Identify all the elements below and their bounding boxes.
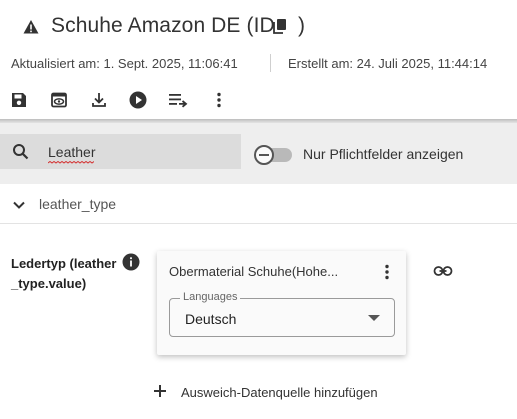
page-title-close: )	[298, 14, 305, 37]
add-fallback-label: Ausweich-Datenquelle hinzufügen	[181, 385, 378, 400]
toolbar	[0, 86, 517, 116]
warning-icon	[23, 20, 39, 34]
created-timestamp: Erstellt am: 24. Juli 2025, 11:44:14	[288, 56, 488, 71]
toggle-label: Nur Pflichtfelder anzeigen	[303, 146, 464, 162]
data-source-card: Obermaterial Schuhe(Hohe... Languages De…	[157, 251, 406, 355]
chevron-down-icon[interactable]	[11, 197, 27, 213]
section-label: leather_type	[39, 196, 117, 212]
plus-icon	[154, 385, 166, 397]
run-button[interactable]	[124, 86, 152, 114]
more-button[interactable]	[205, 86, 233, 114]
updated-timestamp: Aktualisiert am: 1. Sept. 2025, 11:06:41	[11, 56, 238, 71]
queue-button[interactable]	[164, 86, 192, 114]
download-button[interactable]	[85, 86, 113, 114]
playlist-arrow-icon	[169, 94, 188, 108]
save-icon	[12, 93, 26, 107]
info-icon[interactable]	[122, 253, 140, 271]
preview-button[interactable]	[45, 86, 73, 114]
copy-icon[interactable]	[272, 18, 288, 34]
language-select[interactable]: Languages Deutsch	[169, 291, 395, 337]
play-icon	[129, 91, 147, 109]
preview-icon	[51, 92, 67, 108]
spellcheck-underline	[48, 161, 94, 164]
more-vert-icon[interactable]	[379, 263, 395, 281]
more-vert-icon	[217, 92, 221, 108]
caret-down-icon	[368, 315, 380, 321]
link-icon[interactable]	[433, 263, 453, 279]
timestamps: Aktualisiert am: 1. Sept. 2025, 11:06:41…	[0, 52, 517, 76]
page-header: Schuhe Amazon DE (ID )	[0, 0, 517, 52]
language-select-value: Deutsch	[185, 311, 237, 327]
search-icon	[13, 144, 29, 160]
card-title: Obermaterial Schuhe(Hohe...	[169, 264, 339, 279]
save-button[interactable]	[5, 86, 33, 114]
toggle-knob	[254, 145, 274, 165]
meta-divider	[270, 54, 271, 72]
download-icon	[92, 93, 106, 107]
page-title: Schuhe Amazon DE (ID	[51, 14, 275, 37]
required-fields-toggle[interactable]	[254, 145, 292, 165]
language-select-label: Languages	[180, 291, 241, 303]
search-input[interactable]	[48, 142, 233, 162]
section-leather-type[interactable]: leather_type	[0, 184, 517, 224]
search-field	[0, 134, 241, 169]
field-label: Ledertyp (leather_type.value)	[11, 256, 117, 291]
